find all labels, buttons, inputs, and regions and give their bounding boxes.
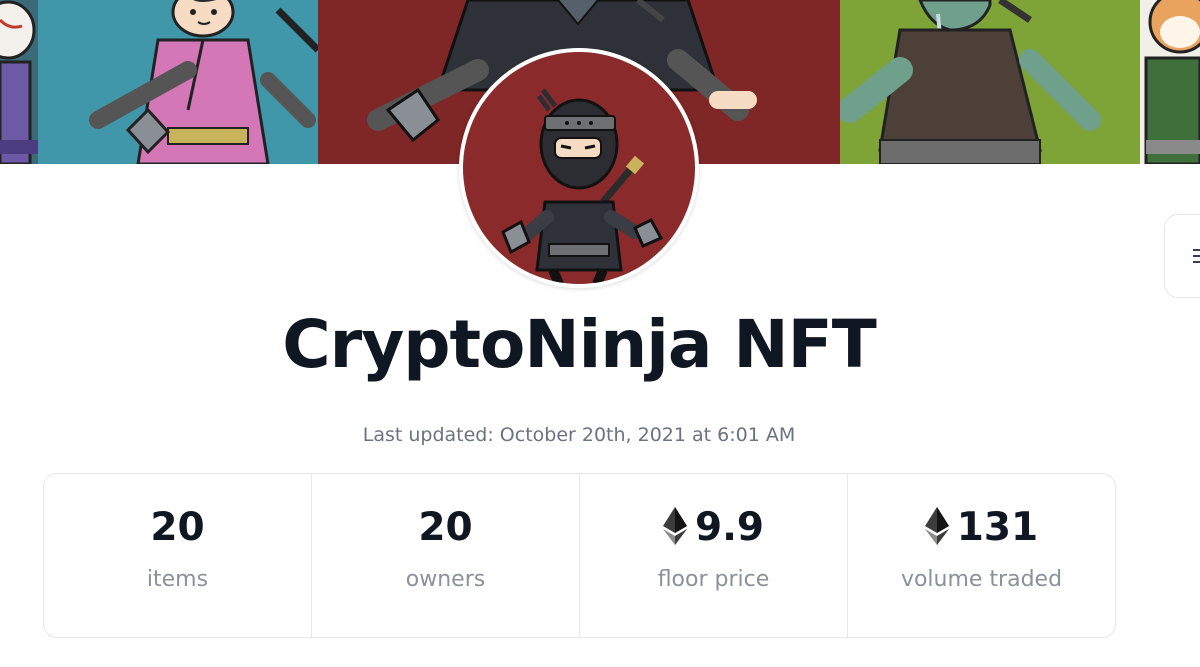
stat-volume-traded-label: volume traded	[900, 567, 1063, 592]
ninja-avatar-image	[463, 52, 695, 284]
stat-items-label: items	[146, 567, 209, 592]
banner-panel-shiba-ninja	[1140, 0, 1200, 164]
last-updated-text: Last updated: October 20th, 2021 at 6:01…	[362, 424, 796, 446]
collection-title: CryptoNinja NFT	[282, 306, 876, 383]
side-menu-button[interactable]	[1164, 214, 1200, 298]
stat-volume-traded: 131 volume traded	[848, 474, 1115, 637]
collection-avatar	[459, 48, 699, 288]
banner-panel-fox-mask	[0, 0, 38, 164]
stat-items-value: 20	[150, 505, 205, 550]
stat-owners: 20 owners	[312, 474, 580, 637]
ethereum-icon	[924, 507, 949, 545]
collection-stats: 20 items 20 owners 9.9 floor price 131 v…	[43, 473, 1116, 638]
stat-owners-value: 20	[418, 505, 473, 550]
stat-floor-price-label: floor price	[657, 567, 770, 592]
banner-panel-pink-ninja	[38, 0, 318, 164]
ethereum-icon	[662, 507, 687, 545]
stat-floor-price-value: 9.9	[580, 502, 847, 554]
stat-floor-price: 9.9 floor price	[580, 474, 848, 637]
stat-items: 20 items	[44, 474, 312, 637]
stat-volume-traded-value: 131	[848, 502, 1115, 554]
banner-panel-zombie-ninja	[840, 0, 1140, 164]
menu-icon	[1193, 249, 1200, 267]
stat-owners-label: owners	[405, 567, 486, 592]
